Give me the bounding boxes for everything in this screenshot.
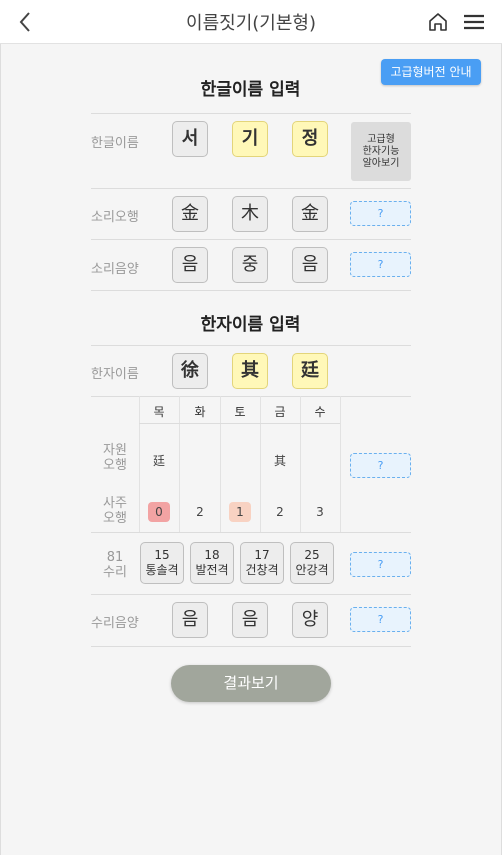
element-header-fire: 화 bbox=[194, 405, 206, 419]
jawon-value-metal: 其 bbox=[273, 454, 286, 468]
table-grid-line bbox=[340, 396, 341, 532]
suri-button-1[interactable]: 15 통솔격 bbox=[140, 542, 184, 584]
sound-yinyang-3: 음 bbox=[292, 247, 328, 283]
hangul-char-2[interactable]: 기 bbox=[232, 121, 268, 157]
advanced-line-1: 고급형 bbox=[367, 134, 395, 145]
sound-element-2: 木 bbox=[232, 196, 268, 232]
hangul-name-label: 한글이름 bbox=[91, 136, 139, 151]
jawon-element-help-button[interactable]: ? bbox=[350, 453, 411, 478]
divider bbox=[91, 594, 411, 595]
saju-label-line-1: 사주 bbox=[103, 496, 127, 511]
sound-element-3: 金 bbox=[292, 196, 328, 232]
hangul-section-title: 한글이름 입력 bbox=[200, 80, 301, 100]
menu-icon[interactable] bbox=[461, 9, 487, 35]
suri-label-line-1: 81 bbox=[106, 550, 124, 565]
top-bar: 이름짓기(기본형) bbox=[0, 0, 502, 44]
element-header-wood: 목 bbox=[153, 405, 165, 419]
sound-yinyang-help-button[interactable]: ? bbox=[350, 252, 411, 277]
suri-help-button[interactable]: ? bbox=[350, 552, 411, 577]
sound-element-label: 소리오행 bbox=[91, 210, 139, 225]
suri-label-line-2: 수리 bbox=[103, 565, 127, 580]
divider bbox=[91, 290, 411, 291]
divider bbox=[91, 188, 411, 189]
saju-value-wood: 0 bbox=[148, 502, 170, 522]
hangul-char-3[interactable]: 정 bbox=[292, 121, 328, 157]
suri-yinyang-label: 수리음양 bbox=[91, 616, 139, 631]
suri-name: 통솔격 bbox=[145, 563, 179, 577]
suri-button-3[interactable]: 17 건창격 bbox=[240, 542, 284, 584]
hanja-char-2[interactable]: 其 bbox=[232, 353, 268, 389]
saju-value-earth: 1 bbox=[229, 502, 251, 522]
saju-value-fire: 2 bbox=[196, 505, 204, 519]
suri-yinyang-2: 음 bbox=[232, 602, 268, 638]
suri-name: 발전격 bbox=[195, 563, 229, 577]
hanja-char-1[interactable]: 徐 bbox=[172, 353, 208, 389]
divider bbox=[91, 532, 411, 533]
suri-yinyang-help-button[interactable]: ? bbox=[350, 607, 411, 632]
divider bbox=[91, 345, 411, 346]
suri-number: 18 bbox=[204, 548, 220, 562]
sound-element-1: 金 bbox=[172, 196, 208, 232]
saju-value-metal: 2 bbox=[276, 505, 284, 519]
hanja-char-3[interactable]: 廷 bbox=[292, 353, 328, 389]
advanced-line-2: 한자기능 bbox=[362, 146, 400, 157]
divider bbox=[91, 113, 411, 114]
suri-yinyang-1: 음 bbox=[172, 602, 208, 638]
advanced-line-3: 알아보기 bbox=[362, 158, 400, 169]
suri-number: 17 bbox=[254, 548, 270, 562]
divider bbox=[91, 646, 411, 647]
element-header-earth: 토 bbox=[234, 405, 246, 419]
jawon-element-label: 자원 오행 bbox=[95, 443, 135, 473]
element-header-water: 수 bbox=[314, 405, 326, 419]
saju-element-label: 사주 오행 bbox=[95, 496, 135, 526]
suri-button-4[interactable]: 25 안강격 bbox=[290, 542, 334, 584]
sound-yinyang-2: 중 bbox=[232, 247, 268, 283]
hanja-section-title: 한자이름 입력 bbox=[200, 315, 301, 335]
saju-label-line-2: 오행 bbox=[103, 511, 127, 526]
jawon-label-line-1: 자원 bbox=[103, 443, 127, 458]
table-header-divider bbox=[139, 423, 340, 424]
suri-name: 건창격 bbox=[245, 563, 279, 577]
hangul-char-1[interactable]: 서 bbox=[172, 121, 208, 157]
suri-number: 15 bbox=[154, 548, 170, 562]
element-header-metal: 금 bbox=[274, 405, 286, 419]
suri-label: 81 수리 bbox=[95, 550, 135, 580]
advanced-features-button[interactable]: 고급형 한자기능 알아보기 bbox=[351, 122, 411, 181]
jawon-value-wood: 廷 bbox=[152, 454, 165, 468]
home-icon[interactable] bbox=[425, 9, 451, 35]
suri-yinyang-3: 양 bbox=[292, 602, 328, 638]
suri-name: 안강격 bbox=[295, 563, 329, 577]
suri-button-2[interactable]: 18 발전격 bbox=[190, 542, 234, 584]
saju-value-water: 3 bbox=[316, 505, 324, 519]
jawon-label-line-2: 오행 bbox=[103, 458, 127, 473]
divider bbox=[91, 239, 411, 240]
view-result-button[interactable]: 결과보기 bbox=[171, 665, 331, 702]
sound-element-help-button[interactable]: ? bbox=[350, 201, 411, 226]
suri-number: 25 bbox=[304, 548, 320, 562]
sound-yinyang-label: 소리음양 bbox=[91, 262, 139, 277]
hanja-name-label: 한자이름 bbox=[91, 367, 139, 382]
sound-yinyang-1: 음 bbox=[172, 247, 208, 283]
